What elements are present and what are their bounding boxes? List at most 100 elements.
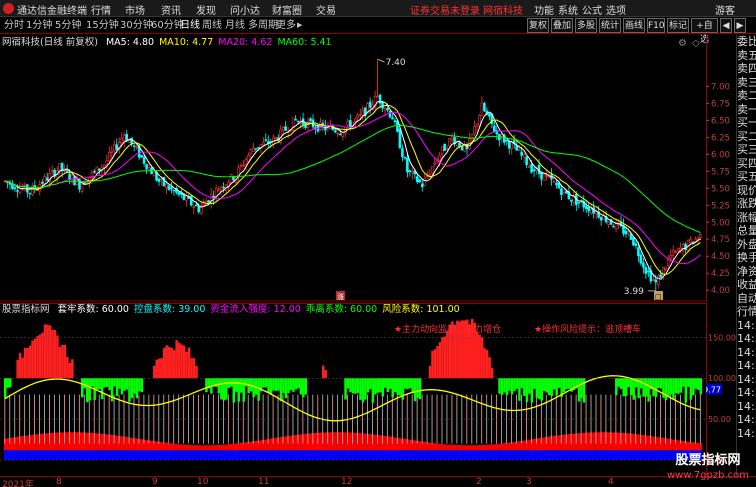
side-item-0[interactable]: 委比 — [737, 35, 756, 49]
btn-multi-stock[interactable]: 多股 — [575, 18, 597, 33]
candlestick — [157, 177, 161, 186]
settings-icon[interactable]: ⚙ — [678, 38, 687, 49]
menu-discover[interactable]: 发现 — [196, 2, 216, 17]
side-item-2[interactable]: 卖四 — [737, 62, 756, 76]
candlestick — [373, 90, 377, 113]
btn-add-watchlist[interactable]: +自选 — [691, 18, 718, 45]
side-item-12[interactable]: 涨跌 — [737, 197, 756, 211]
period-1min[interactable]: 1分钟 — [26, 18, 52, 33]
price-tick-label: 6.50 — [711, 116, 730, 126]
period-30min[interactable]: 30分钟 — [120, 18, 153, 33]
candlestick — [639, 251, 643, 266]
side-item-28[interactable]: 14:5 — [737, 413, 756, 427]
indicator-param-3: 乖离系数: 60.00 — [305, 304, 378, 315]
side-item-19[interactable]: 自动 — [737, 292, 756, 306]
side-item-4[interactable]: 卖二 — [737, 89, 756, 103]
side-item-7[interactable]: 买二 — [737, 130, 756, 144]
side-item-5[interactable]: 卖一 — [737, 103, 756, 117]
guest-label[interactable]: 游客 — [715, 2, 735, 17]
login-notice[interactable]: 证券交易未登录 — [410, 2, 480, 17]
candlestick — [555, 179, 558, 189]
side-item-9[interactable]: 买四 — [737, 157, 756, 171]
menu-function[interactable]: 功能 — [534, 2, 554, 17]
period-daily[interactable]: 日线 — [180, 18, 200, 33]
scroll-left-icon[interactable]: ◀ — [720, 18, 732, 33]
period-intraday[interactable]: 分时 — [4, 18, 24, 33]
candlestick — [199, 202, 203, 215]
candlestick — [217, 185, 220, 192]
price-tick-label: 7.00 — [711, 82, 730, 92]
candlestick — [527, 161, 531, 168]
side-item-27[interactable]: 14:5 — [737, 400, 756, 414]
side-item-10[interactable]: 买五 — [737, 170, 756, 184]
side-item-25[interactable]: 14:5 — [737, 373, 756, 387]
candlestick — [162, 176, 166, 188]
candlestick — [542, 173, 546, 181]
side-item-3[interactable]: 卖三 — [737, 76, 756, 90]
btn-statistics[interactable]: 统计 — [599, 18, 621, 33]
side-item-16[interactable]: 换手 — [737, 251, 756, 265]
menu-trade[interactable]: 交易 — [316, 2, 336, 17]
side-item-1[interactable]: 卖五 — [737, 49, 756, 63]
candlestick — [634, 240, 638, 250]
period-60min[interactable]: 60分钟 — [151, 18, 184, 33]
candlestick — [309, 117, 312, 122]
stock-name-notice[interactable]: 网宿科技 — [483, 2, 523, 17]
menu-market[interactable]: 市场 — [125, 2, 145, 17]
side-item-26[interactable]: 14:5 — [737, 386, 756, 400]
side-item-29[interactable]: 14:5 — [737, 427, 756, 441]
menu-wealth-circle[interactable]: 财富圈 — [272, 2, 302, 17]
side-item-13[interactable]: 涨幅 — [737, 211, 756, 225]
side-item-8[interactable]: 买三 — [737, 143, 756, 157]
side-item-14[interactable]: 总量 — [737, 224, 756, 238]
side-item-22[interactable]: 14:5 — [737, 332, 756, 346]
period-15min[interactable]: 15分钟 — [86, 18, 119, 33]
btn-mark[interactable]: 标记 — [667, 18, 689, 33]
side-item-6[interactable]: 买一 — [737, 116, 756, 130]
kline-chart[interactable]: 7.40 3.99 涨 □ — [0, 35, 706, 302]
btn-f10[interactable]: F10 — [647, 18, 665, 33]
menu-quotes[interactable]: 行情 — [91, 2, 111, 17]
square-tag-text: □ — [655, 293, 662, 301]
candlestick — [622, 218, 625, 237]
candlestick — [453, 132, 456, 148]
side-item-17[interactable]: 净资 — [737, 265, 756, 279]
period-more[interactable]: 更多 — [276, 18, 296, 33]
kline-price-axis: 7.00 6.75 6.50 6.25 6.00 5.75 5.50 5.25 5.00 4.75… — [706, 35, 730, 302]
x-tick: 9 — [152, 477, 158, 487]
side-item-15[interactable]: 外盘 — [737, 238, 756, 252]
side-item-20[interactable]: 行情 — [737, 305, 756, 319]
candlestick — [214, 184, 218, 203]
candlestick — [110, 145, 114, 159]
period-weekly[interactable]: 周线 — [202, 18, 222, 33]
side-item-18[interactable]: 收益 — [737, 278, 756, 292]
indicator-param-2: 资金流入强度: 12.00 — [210, 304, 301, 315]
btn-overlay[interactable]: 叠加 — [551, 18, 573, 33]
high-pointer — [377, 58, 385, 63]
scroll-right-icon[interactable]: ▶ — [734, 18, 746, 33]
side-item-11[interactable]: 现价 — [737, 184, 756, 198]
menu-system[interactable]: 系统 — [558, 2, 578, 17]
candlestick — [185, 191, 188, 207]
period-5min[interactable]: 5分钟 — [55, 18, 81, 33]
menu-ask[interactable]: 问小达 — [230, 2, 260, 17]
more-arrow-icon[interactable]: ▶ — [297, 18, 302, 33]
btn-draw[interactable]: 画线 — [623, 18, 645, 33]
expand-icon[interactable]: ◇ — [692, 38, 700, 49]
menu-news[interactable]: 资讯 — [161, 2, 181, 17]
menu-formula[interactable]: 公式 — [582, 2, 602, 17]
candlestick — [589, 204, 593, 215]
side-item-24[interactable]: 14:5 — [737, 359, 756, 373]
period-multi[interactable]: 多周期 — [248, 18, 278, 33]
candlestick — [284, 120, 287, 132]
menu-options[interactable]: 选项 — [606, 2, 626, 17]
candlestick — [239, 162, 243, 171]
period-monthly[interactable]: 月线 — [225, 18, 245, 33]
candlestick — [189, 194, 193, 207]
side-item-21[interactable]: 14:5 — [737, 319, 756, 333]
side-item-23[interactable]: 14:5 — [737, 346, 756, 360]
price-tick-label: 4.25 — [711, 269, 730, 279]
watermark-url: www.7gpzb.com — [667, 470, 749, 481]
btn-adjust[interactable]: 复权 — [527, 18, 549, 33]
candlestick — [177, 191, 181, 198]
